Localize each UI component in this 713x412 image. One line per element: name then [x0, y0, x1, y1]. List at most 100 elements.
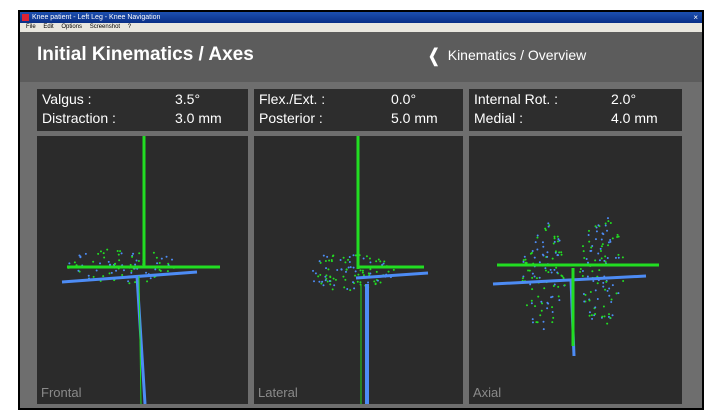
tracking-point	[529, 283, 532, 286]
menu-screenshot[interactable]: Screenshot	[90, 24, 120, 30]
tracking-point	[563, 284, 566, 287]
tracking-point	[600, 238, 603, 241]
tracking-point	[581, 274, 584, 277]
tracking-point	[369, 261, 372, 264]
tracking-point	[361, 271, 364, 274]
tracking-point	[117, 253, 120, 256]
tracking-point	[615, 292, 618, 295]
tracking-point	[145, 271, 148, 274]
tracking-point	[348, 256, 351, 259]
tracking-point	[586, 275, 589, 278]
tracking-point	[134, 263, 137, 266]
close-icon[interactable]: ×	[693, 12, 698, 23]
tracking-point	[536, 248, 539, 251]
tracking-point	[329, 276, 332, 279]
tracking-point	[374, 282, 377, 285]
tracking-point	[353, 287, 356, 290]
tracking-point	[166, 270, 169, 273]
tracking-point	[591, 270, 594, 273]
tracking-point	[607, 244, 610, 247]
tracking-point	[534, 305, 537, 308]
tracking-point	[367, 272, 370, 275]
tracking-point	[344, 278, 347, 281]
tracking-point	[527, 269, 530, 272]
tracking-point	[602, 285, 605, 288]
tracking-point	[343, 286, 346, 289]
tracking-point	[600, 257, 603, 260]
tracking-point	[553, 240, 556, 243]
tracking-point	[524, 258, 527, 261]
tracking-point	[610, 300, 613, 303]
tracking-point	[339, 258, 342, 261]
menu-file[interactable]: File	[26, 24, 36, 30]
tracking-point	[131, 255, 134, 258]
tracking-point	[555, 266, 558, 269]
tracking-point	[546, 301, 549, 304]
tracking-point	[330, 260, 333, 263]
tracking-point	[344, 270, 347, 273]
tracking-point	[344, 261, 347, 264]
tracking-point	[382, 262, 385, 265]
tracking-point	[134, 281, 137, 284]
tracking-point	[530, 299, 533, 302]
main-area: Initial Kinematics / Axes ❮ Kinematics / …	[20, 32, 702, 408]
tracking-point	[585, 257, 588, 260]
tracking-point	[614, 256, 617, 259]
tracking-point	[342, 256, 345, 259]
tracking-point	[540, 309, 543, 312]
menu-options[interactable]: Options	[61, 24, 82, 30]
tracking-point	[556, 235, 559, 238]
tracking-point	[118, 259, 121, 262]
tracking-point	[171, 258, 174, 261]
back-to-overview-button[interactable]: ❮ Kinematics / Overview	[428, 44, 586, 65]
lateral-view[interactable]: Lateral	[254, 136, 463, 404]
tracking-point	[324, 279, 327, 282]
tracking-point	[362, 274, 365, 277]
axial-view-label: Axial	[473, 385, 502, 400]
tracking-point	[345, 268, 348, 271]
header: Initial Kinematics / Axes ❮ Kinematics / …	[20, 32, 702, 82]
tracking-point	[362, 257, 365, 260]
tracking-point	[537, 295, 540, 298]
tracking-point	[550, 271, 553, 274]
tracking-point	[584, 293, 587, 296]
tracking-point	[547, 222, 550, 225]
tracking-point	[530, 251, 533, 254]
tracking-point	[607, 220, 610, 223]
axial-view[interactable]: Axial	[469, 136, 682, 404]
tracking-point	[68, 262, 71, 265]
tracking-point	[106, 248, 109, 251]
tracking-point	[387, 270, 390, 273]
frontal-view[interactable]: Frontal	[37, 136, 248, 404]
menu-bar: File Edit Options Screenshot ?	[20, 23, 702, 32]
tracking-point	[556, 271, 559, 274]
tracking-point	[533, 256, 536, 259]
tracking-point	[357, 273, 360, 276]
tracking-point	[531, 276, 534, 279]
menu-help[interactable]: ?	[128, 24, 131, 30]
tracking-point	[606, 289, 609, 292]
tracking-point	[594, 238, 597, 241]
tracking-point	[352, 266, 355, 269]
tracking-point	[546, 255, 549, 258]
tracking-point	[119, 250, 122, 253]
tracking-point	[130, 270, 133, 273]
tracking-point	[347, 258, 350, 261]
tracking-point	[79, 256, 82, 259]
tracking-point	[611, 314, 614, 317]
tracking-point	[522, 260, 525, 263]
tracking-point	[329, 283, 332, 286]
tracking-point	[152, 251, 155, 254]
tracking-point	[554, 250, 557, 253]
tracking-point	[103, 256, 106, 259]
menu-edit[interactable]: Edit	[43, 24, 53, 30]
tracking-point	[551, 306, 554, 309]
tracking-point	[544, 267, 547, 270]
tracking-point	[587, 233, 590, 236]
tracking-point	[546, 251, 549, 254]
tracking-point	[597, 224, 600, 227]
tracking-point	[321, 280, 324, 283]
tracking-point	[617, 253, 620, 256]
tracking-point	[551, 310, 554, 313]
tracking-point	[606, 229, 609, 232]
